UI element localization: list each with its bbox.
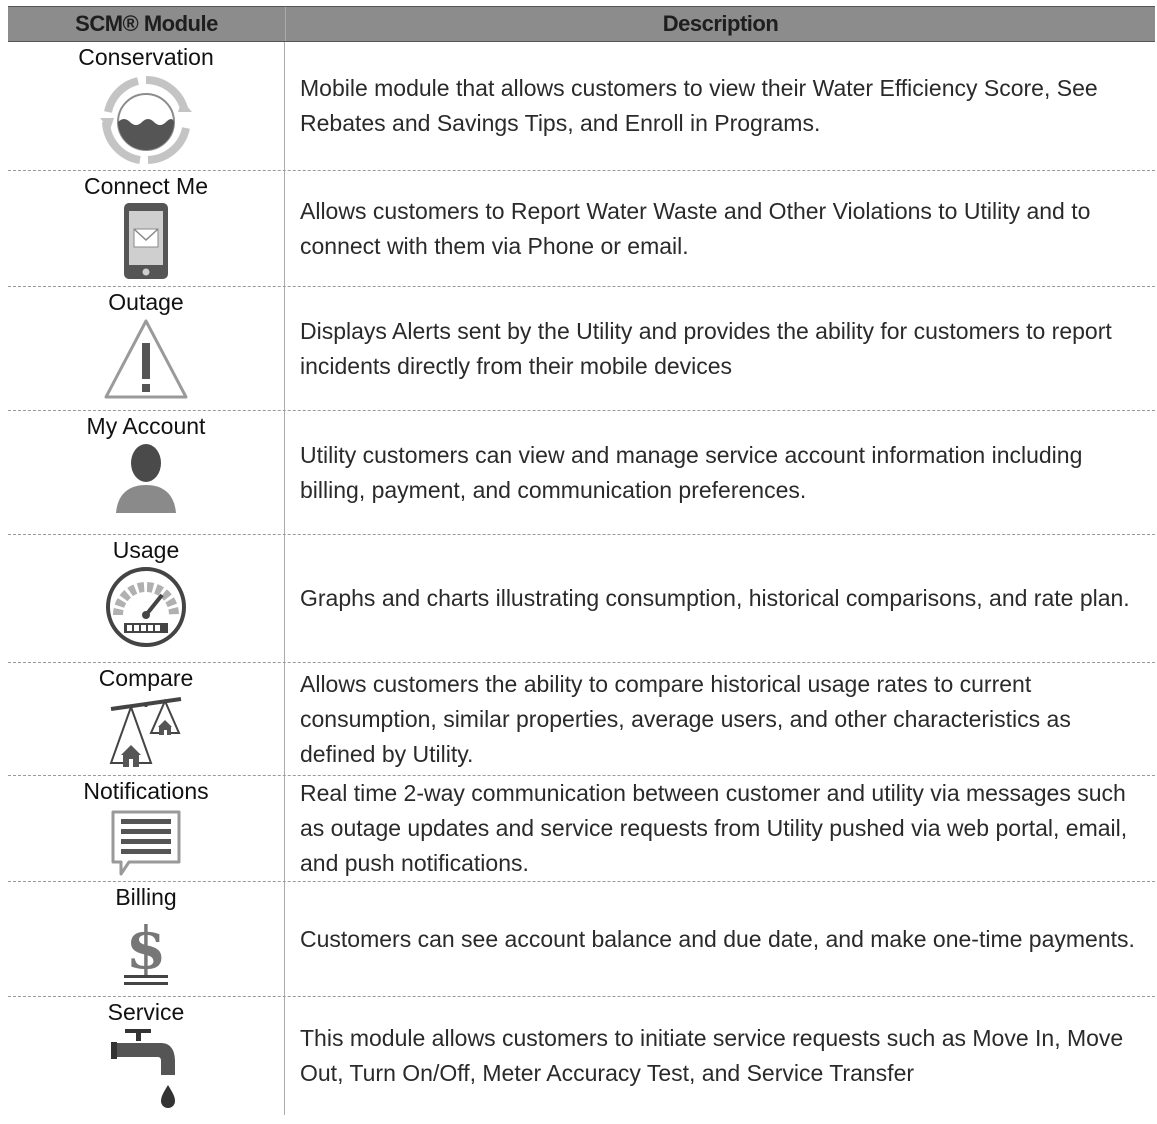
user-silhouette-icon xyxy=(116,444,176,513)
svg-text:$: $ xyxy=(126,914,166,982)
dollar-sign-icon: $ xyxy=(124,914,168,985)
module-column-header: SCM® Module xyxy=(8,7,286,41)
module-cell: Compare xyxy=(8,663,285,775)
module-name: Compare xyxy=(98,665,194,691)
warning-triangle-icon xyxy=(104,319,188,399)
table-header: SCM® Module Description xyxy=(8,6,1155,42)
module-name: Connect Me xyxy=(83,173,208,199)
table-row: My Account Utility customers can view an… xyxy=(8,411,1155,535)
faucet-drip-icon xyxy=(111,1029,175,1108)
module-description: Allows customers the ability to compare … xyxy=(300,670,1071,767)
gauge-meter-icon xyxy=(106,567,186,647)
scm-module-table: SCM® Module Description Conservation Mob… xyxy=(8,6,1155,1115)
module-name: Notifications xyxy=(83,778,209,804)
table-row: Billing $ Customers can see account bala… xyxy=(8,882,1155,997)
module-cell: Service xyxy=(8,997,285,1115)
module-cell: Billing $ xyxy=(8,882,285,996)
message-bubble-icon xyxy=(111,810,181,876)
phone-mail-icon xyxy=(124,203,168,279)
module-name: Service xyxy=(107,999,185,1025)
table-row: Service This module allows customers to … xyxy=(8,997,1155,1115)
module-cell: My Account xyxy=(8,411,285,534)
table-row: Conservation Mobile module that allows c… xyxy=(8,42,1155,171)
module-description: Mobile module that allows customers to v… xyxy=(300,75,1098,136)
module-description: Graphs and charts illustrating consumpti… xyxy=(300,585,1130,611)
module-cell: Conservation xyxy=(8,42,285,170)
module-cell: Connect Me xyxy=(8,171,285,286)
table-row: Usage Graphs and charts illustrating con… xyxy=(8,535,1155,663)
balance-houses-icon xyxy=(109,697,182,767)
module-description: This module allows customers to initiate… xyxy=(300,1025,1124,1086)
table-row: Outage Displays Alerts sent by the Utili… xyxy=(8,287,1155,411)
module-cell: Outage xyxy=(8,287,285,410)
water-recycle-icon xyxy=(100,76,192,164)
module-description: Displays Alerts sent by the Utility and … xyxy=(300,317,1112,379)
module-description: Utility customers can view and manage se… xyxy=(300,441,1083,503)
module-name: Outage xyxy=(108,289,184,315)
description-column-header: Description xyxy=(662,11,779,36)
table-row: Compare Allows customers the ability to … xyxy=(8,663,1155,776)
module-description: Allows customers to Report Water Waste a… xyxy=(300,197,1091,259)
module-name: Usage xyxy=(112,537,180,563)
module-name: Billing xyxy=(115,884,177,910)
module-name: Conservation xyxy=(78,44,214,70)
module-description: Customers can see account balance and du… xyxy=(300,925,1135,952)
table-row: Notifications Real time 2-way communicat… xyxy=(8,776,1155,882)
module-description: Real time 2-way communication between cu… xyxy=(300,780,1128,876)
module-name: My Account xyxy=(86,413,206,439)
table-row: Connect Me Allows customers to Report Wa… xyxy=(8,171,1155,287)
module-cell: Usage xyxy=(8,535,285,662)
module-cell: Notifications xyxy=(8,776,285,881)
